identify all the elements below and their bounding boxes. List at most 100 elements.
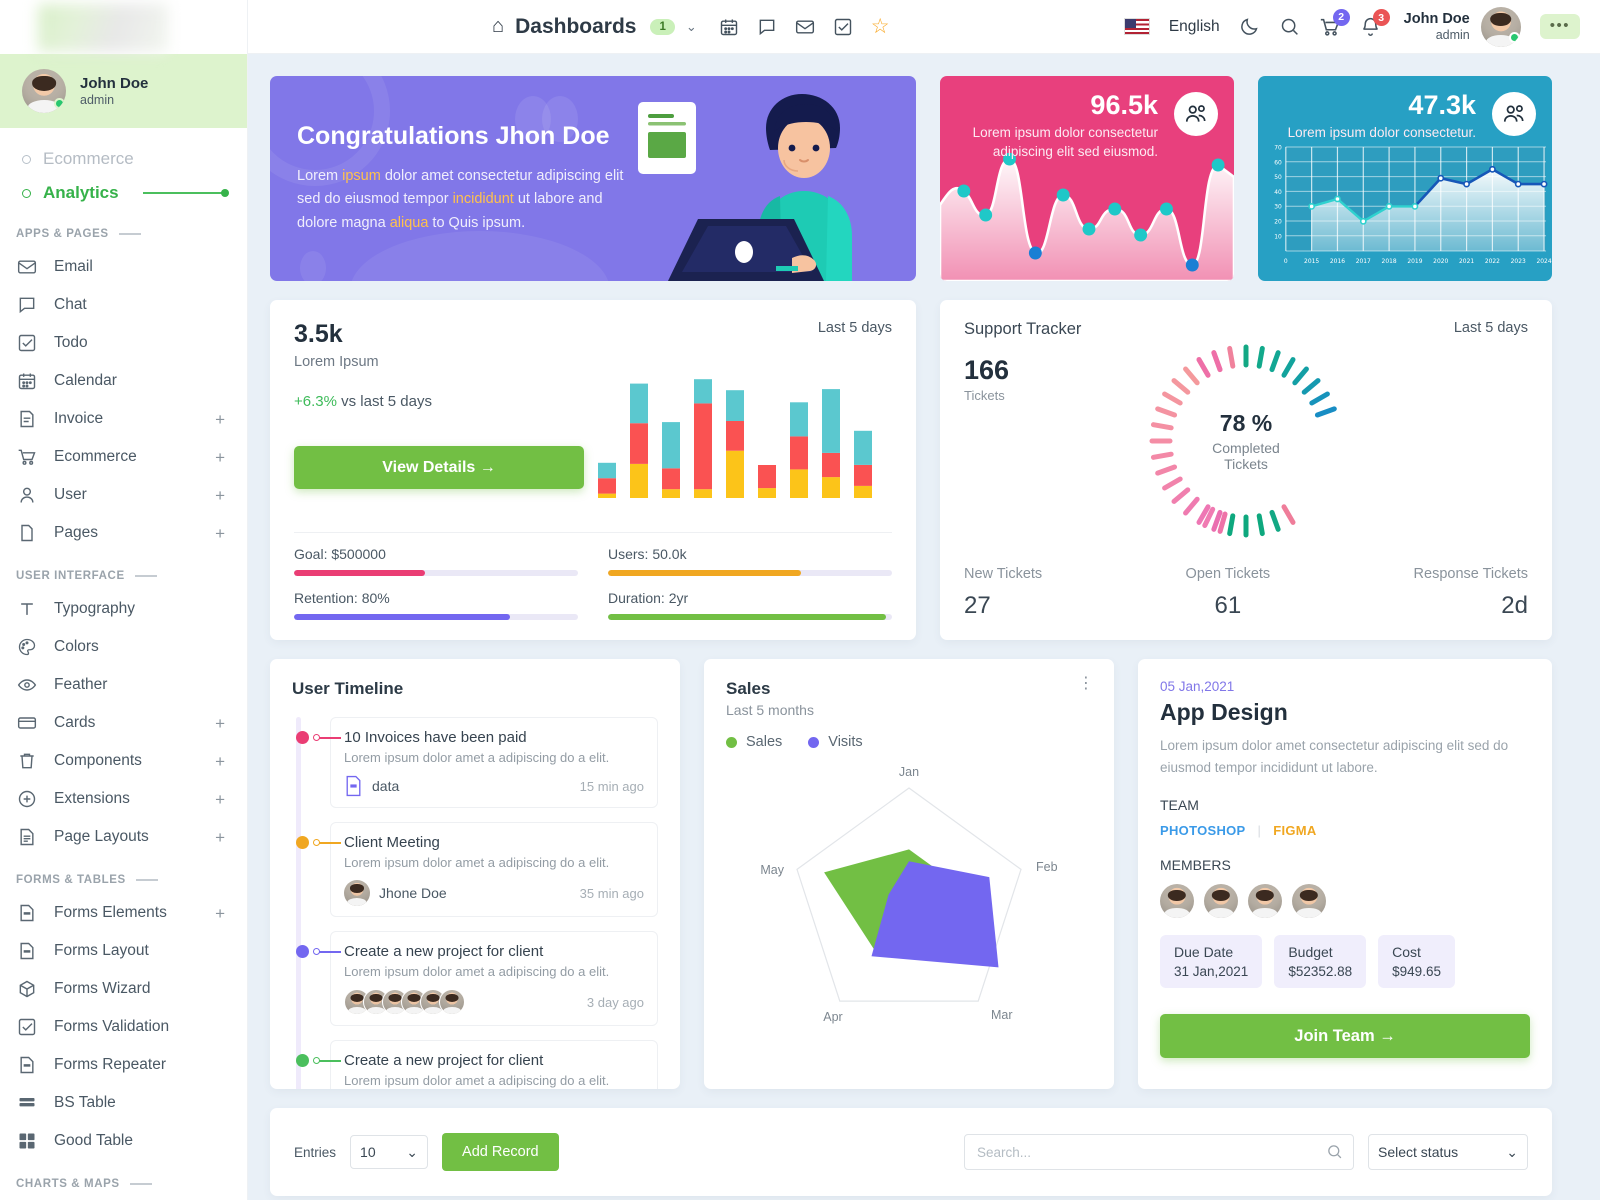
progress-fill <box>608 614 887 620</box>
timeline-item[interactable]: Create a new project for client Lorem ip… <box>296 931 658 1026</box>
sidebar-item-ecommerce-dash[interactable]: Ecommerce <box>0 142 247 176</box>
progress-fill <box>294 614 510 620</box>
sidebar-item-ecommerce[interactable]: Ecommerce + <box>0 438 247 476</box>
sidebar-item-forms-layout[interactable]: Forms Layout <box>0 932 247 970</box>
sidebar-item-cards[interactable]: Cards + <box>0 704 247 742</box>
search-wrapper <box>964 1134 1354 1170</box>
topbar-user[interactable]: John Doe admin <box>1404 6 1521 47</box>
more-options-button[interactable]: ••• <box>1539 14 1580 39</box>
timeline-connector <box>319 1060 341 1062</box>
star-icon[interactable]: ☆ <box>871 14 890 39</box>
tag-photoshop[interactable]: PHOTOSHOP <box>1160 823 1246 838</box>
sidebar-item-forms-repeater[interactable]: Forms Repeater <box>0 1046 247 1084</box>
language-label[interactable]: English <box>1169 18 1220 36</box>
sidebar-item-label: Pages <box>54 524 98 541</box>
svg-text:2019: 2019 <box>1407 258 1422 265</box>
timeline-item[interactable]: Client Meeting Lorem ipsum dolor amet a … <box>296 822 658 917</box>
sidebar-item-calendar[interactable]: Calendar <box>0 362 247 400</box>
support-stat-response: Response Tickets 2d <box>1414 566 1528 620</box>
status-select[interactable]: Select status ⌄ <box>1368 1134 1528 1170</box>
stats-delta-value: +6.3% <box>294 393 337 410</box>
online-status-dot <box>1508 31 1520 43</box>
sidebar-item-extensions[interactable]: Extensions + <box>0 780 247 818</box>
stat-value: $949.65 <box>1392 964 1441 980</box>
avatar <box>344 880 370 906</box>
calendar-icon[interactable] <box>719 17 739 37</box>
legend-item-visits[interactable]: Visits <box>808 734 863 750</box>
email-icon[interactable] <box>795 17 815 37</box>
sidebar-item-label: Components <box>54 752 142 769</box>
project-description: Lorem ipsum dolor amet consectetur adipi… <box>1160 738 1509 775</box>
timeline-person-name: Jhone Doe <box>379 885 447 901</box>
entries-select[interactable]: 10 ⌄ <box>350 1135 429 1169</box>
svg-text:2023: 2023 <box>1511 258 1526 265</box>
sidebar-item-user[interactable]: User + <box>0 476 247 514</box>
chat-icon[interactable] <box>757 17 777 37</box>
sidebar-item-label: Ecommerce <box>54 448 137 465</box>
sidebar-item-colors[interactable]: Colors <box>0 628 247 666</box>
sidebar-profile[interactable]: John Doe admin <box>0 54 247 128</box>
timeline-box: 10 Invoices have been paid Lorem ipsum d… <box>330 717 658 808</box>
entries-value: 10 <box>360 1144 376 1160</box>
svg-text:20: 20 <box>1274 218 1282 225</box>
timeline-connector <box>319 842 341 844</box>
sidebar-item-label: Forms Repeater <box>54 1056 166 1073</box>
search-icon[interactable] <box>1279 16 1300 37</box>
stat-cost: Cost $949.65 <box>1378 935 1455 989</box>
sidebar-item-forms-wizard[interactable]: Forms Wizard <box>0 970 247 1008</box>
timeline-item[interactable]: 10 Invoices have been paid Lorem ipsum d… <box>296 717 658 808</box>
add-record-button[interactable]: Add Record <box>442 1133 559 1171</box>
kebab-menu-icon[interactable]: ⋮ <box>1078 676 1094 691</box>
sidebar-item-label: Calendar <box>54 372 117 389</box>
sidebar-item-label: Forms Validation <box>54 1018 170 1035</box>
avatar <box>22 69 66 113</box>
sidebar-item-bs-table[interactable]: BS Table <box>0 1084 247 1122</box>
home-icon[interactable]: ⌂ <box>492 15 504 38</box>
tag-figma[interactable]: FIGMA <box>1273 823 1316 838</box>
avatar[interactable] <box>1292 884 1326 919</box>
sidebar-item-good-table[interactable]: Good Table <box>0 1122 247 1160</box>
svg-text:2015: 2015 <box>1304 258 1319 265</box>
chevron-down-icon[interactable]: ⌄ <box>686 19 697 35</box>
sidebar-item-analytics[interactable]: Analytics <box>0 176 247 210</box>
expand-icon: + <box>215 523 225 543</box>
timeline-dot <box>296 731 309 744</box>
svg-text:2018: 2018 <box>1382 258 1397 265</box>
app-logo[interactable] <box>0 0 247 54</box>
sidebar-item-components[interactable]: Components + <box>0 742 247 780</box>
todo-icon[interactable] <box>833 17 853 37</box>
moon-icon[interactable] <box>1239 16 1260 37</box>
sidebar-item-forms-elements[interactable]: Forms Elements + <box>0 894 247 932</box>
timeline-item[interactable]: Create a new project for client Lorem ip… <box>296 1040 658 1089</box>
timeline-ring-icon <box>313 734 320 741</box>
sidebar-item-pages[interactable]: Pages + <box>0 514 247 552</box>
progress-track <box>608 614 892 620</box>
bell-icon[interactable]: 3 <box>1360 9 1390 37</box>
sidebar-item-chat[interactable]: Chat <box>0 286 247 324</box>
avatar[interactable] <box>1204 884 1238 919</box>
search-icon[interactable] <box>1326 1143 1343 1165</box>
view-details-button[interactable]: View Details → <box>294 446 584 489</box>
timeline-item-title: Create a new project for client <box>344 1052 544 1069</box>
avatar[interactable] <box>1480 6 1521 47</box>
progress-track <box>294 614 578 620</box>
timeline-title: User Timeline <box>292 679 404 698</box>
sidebar-item-feather[interactable]: Feather <box>0 666 247 704</box>
stat-value: $52352.88 <box>1288 964 1353 980</box>
sidebar-item-invoice[interactable]: Invoice + <box>0 400 247 438</box>
sidebar-item-forms-validation[interactable]: Forms Validation <box>0 1008 247 1046</box>
cart-icon[interactable]: 2 <box>1319 8 1350 38</box>
avatar[interactable] <box>1160 884 1194 919</box>
legend-item-sales[interactable]: Sales <box>726 734 782 750</box>
sidebar-item-email[interactable]: Email <box>0 248 247 286</box>
search-input[interactable] <box>964 1134 1354 1170</box>
sidebar-item-typography[interactable]: Typography <box>0 590 247 628</box>
join-team-button[interactable]: Join Team → <box>1160 1014 1530 1059</box>
flag-us-icon <box>1123 18 1150 35</box>
sidebar-item-todo[interactable]: Todo <box>0 324 247 362</box>
expand-icon: + <box>215 827 225 847</box>
sidebar-item-page-layouts[interactable]: Page Layouts + <box>0 818 247 856</box>
avatar[interactable] <box>1248 884 1282 919</box>
team-tags: PHOTOSHOP | FIGMA <box>1160 823 1530 838</box>
dashboard-app: John Doe admin Ecommerce Analytics APPS … <box>0 0 1600 1200</box>
